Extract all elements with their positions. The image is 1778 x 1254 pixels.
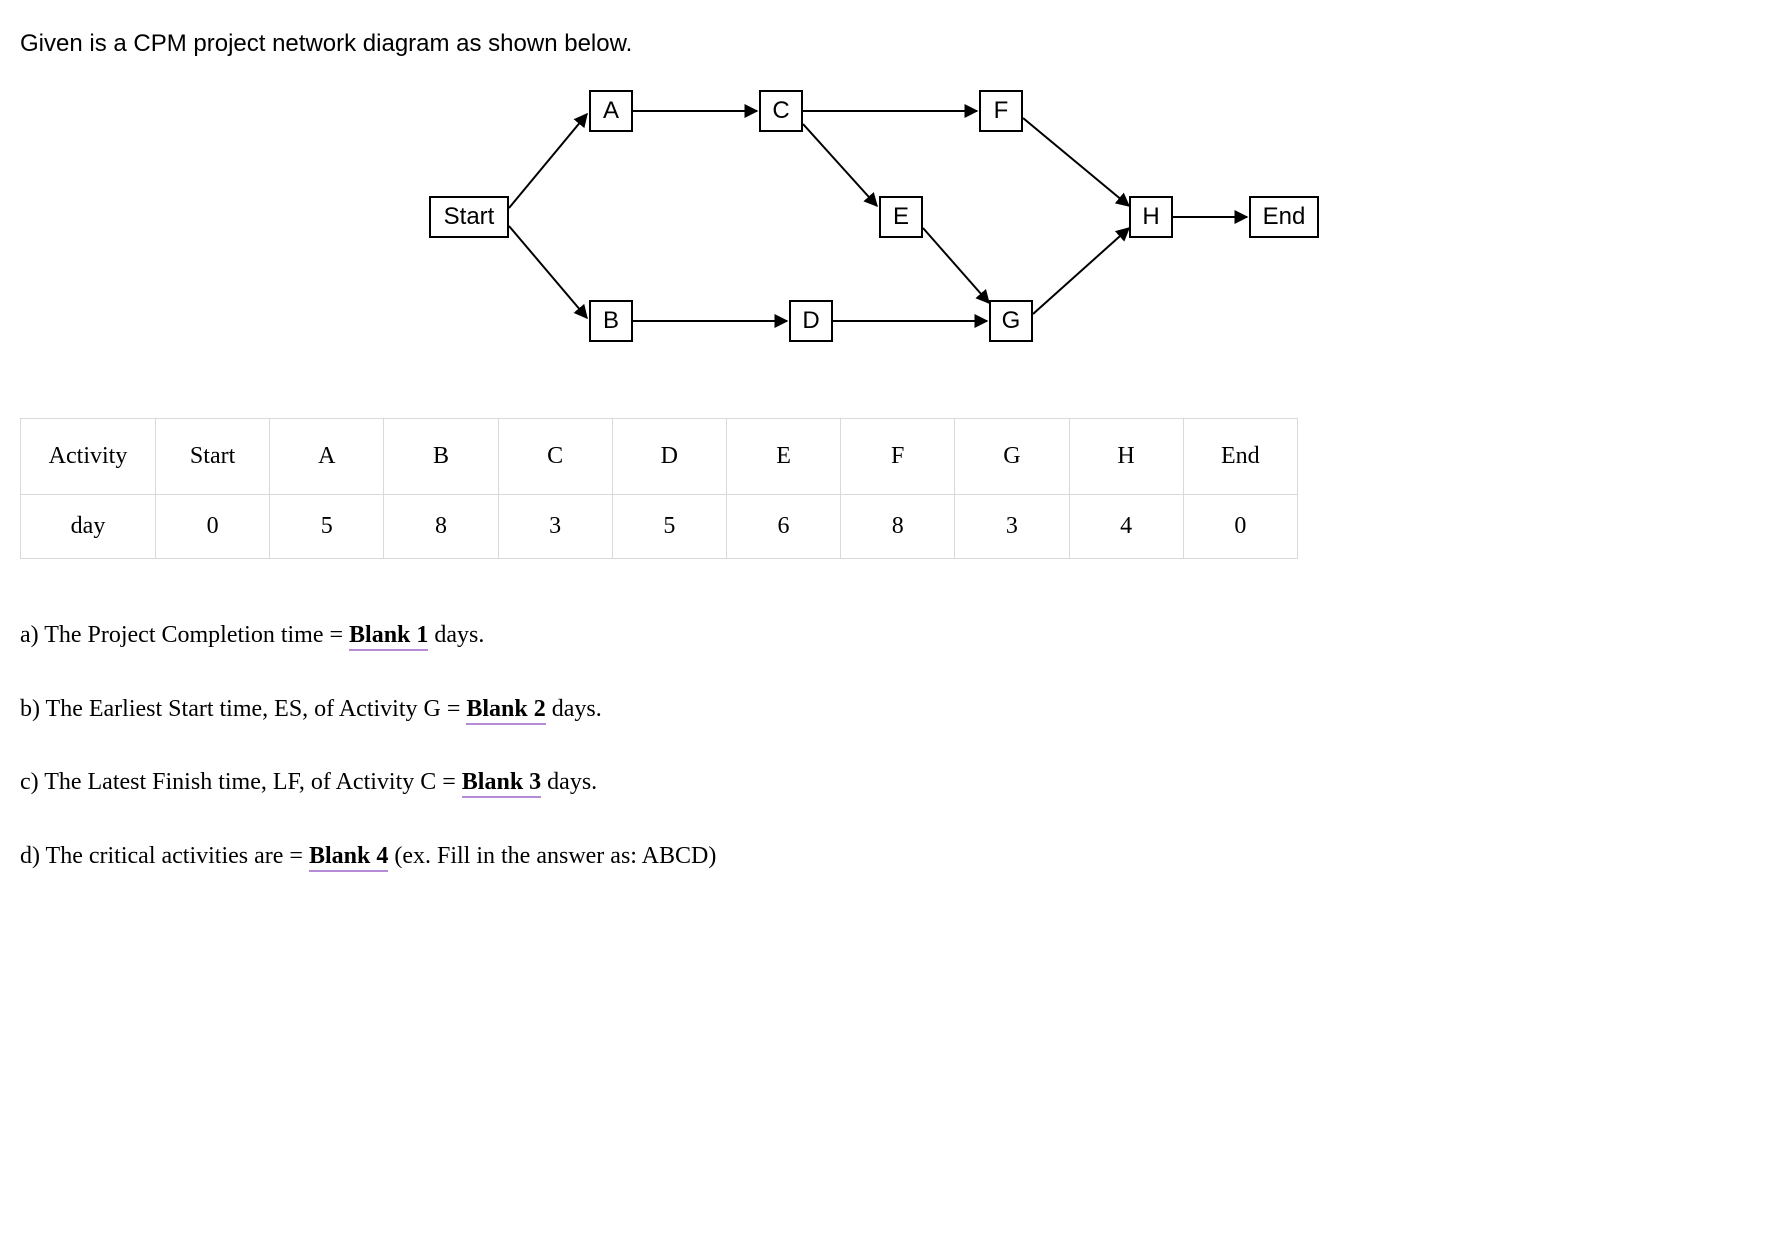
- table-header-cell: A: [270, 419, 384, 495]
- table-row: Activity Start A B C D E F G H End: [21, 419, 1298, 495]
- table-day-cell: 5: [270, 495, 384, 559]
- table-header-cell: C: [498, 419, 612, 495]
- question-c-post: days.: [541, 769, 597, 795]
- table-header-cell: H: [1069, 419, 1183, 495]
- questions: a) The Project Completion time = Blank 1…: [20, 619, 1758, 873]
- node-end: End: [1249, 196, 1319, 238]
- node-h: H: [1129, 196, 1173, 238]
- table-header-cell: E: [726, 419, 840, 495]
- table-header-cell: G: [955, 419, 1069, 495]
- blank-4[interactable]: Blank 4: [309, 843, 388, 872]
- table-day-cell: 5: [612, 495, 726, 559]
- table-day-cell: 0: [1183, 495, 1297, 559]
- blank-2[interactable]: Blank 2: [466, 696, 545, 725]
- table-day-cell: 8: [384, 495, 498, 559]
- table-day-cell: 4: [1069, 495, 1183, 559]
- intro-text: Given is a CPM project network diagram a…: [20, 30, 1758, 58]
- node-start: Start: [429, 196, 509, 238]
- node-b: B: [589, 300, 633, 342]
- activity-table: Activity Start A B C D E F G H End day 0…: [20, 418, 1298, 559]
- node-g: G: [989, 300, 1033, 342]
- cpm-diagram: Start A B C D E F G H End: [429, 78, 1349, 378]
- table-header-cell: End: [1183, 419, 1297, 495]
- node-f: F: [979, 90, 1023, 132]
- node-d: D: [789, 300, 833, 342]
- question-b-post: days.: [546, 696, 602, 722]
- question-d-pre: d) The critical activities are =: [20, 843, 309, 869]
- question-c: c) The Latest Finish time, LF, of Activi…: [20, 766, 1758, 800]
- row-label-day: day: [21, 495, 156, 559]
- node-a: A: [589, 90, 633, 132]
- question-a-pre: a) The Project Completion time =: [20, 622, 349, 648]
- table-header-cell: B: [384, 419, 498, 495]
- table-day-cell: 3: [955, 495, 1069, 559]
- table-row: day 0 5 8 3 5 6 8 3 4 0: [21, 495, 1298, 559]
- table-header-cell: F: [841, 419, 955, 495]
- table-day-cell: 6: [726, 495, 840, 559]
- question-a: a) The Project Completion time = Blank 1…: [20, 619, 1758, 653]
- table-day-cell: 0: [156, 495, 270, 559]
- table-day-cell: 3: [498, 495, 612, 559]
- page: Given is a CPM project network diagram a…: [0, 0, 1778, 1254]
- row-label-activity: Activity: [21, 419, 156, 495]
- question-b-pre: b) The Earliest Start time, ES, of Activ…: [20, 696, 466, 722]
- table-header-cell: D: [612, 419, 726, 495]
- table-day-cell: 8: [841, 495, 955, 559]
- question-d: d) The critical activities are = Blank 4…: [20, 840, 1758, 874]
- blank-3[interactable]: Blank 3: [462, 769, 541, 798]
- blank-1[interactable]: Blank 1: [349, 622, 428, 651]
- question-c-pre: c) The Latest Finish time, LF, of Activi…: [20, 769, 462, 795]
- node-e: E: [879, 196, 923, 238]
- question-b: b) The Earliest Start time, ES, of Activ…: [20, 693, 1758, 727]
- diagram-container: Start A B C D E F G H End: [20, 78, 1758, 378]
- question-d-post: (ex. Fill in the answer as: ABCD): [388, 843, 716, 869]
- node-c: C: [759, 90, 803, 132]
- table-header-cell: Start: [156, 419, 270, 495]
- question-a-post: days.: [428, 622, 484, 648]
